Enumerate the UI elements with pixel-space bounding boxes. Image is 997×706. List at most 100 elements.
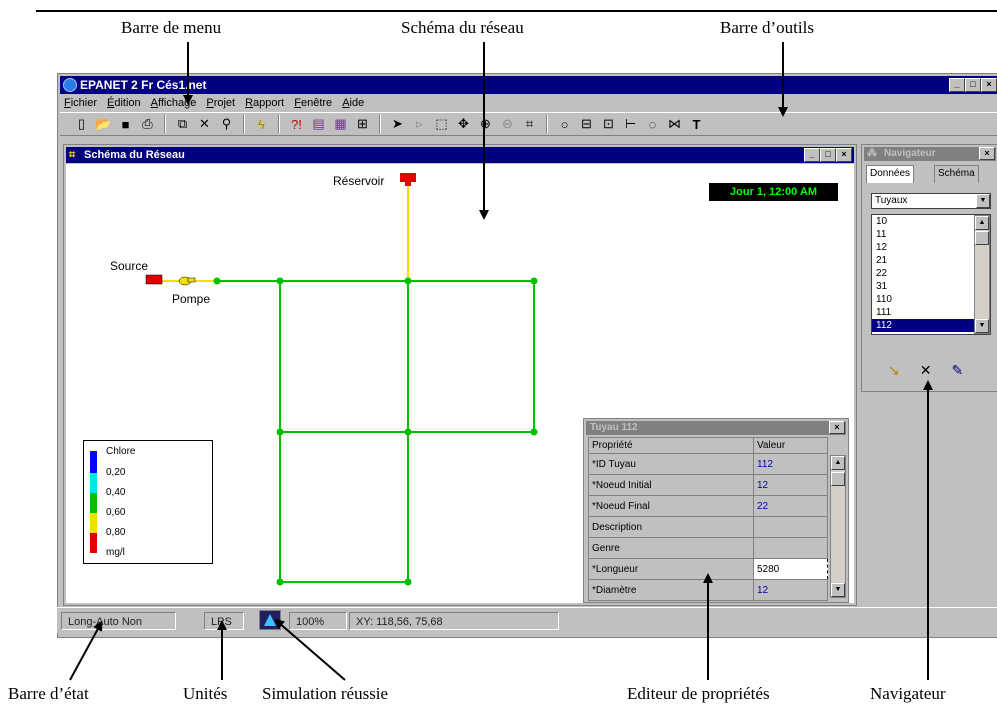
junction-node[interactable] <box>213 277 221 285</box>
pipe-icon[interactable]: ⊢ <box>621 115 640 134</box>
add-object-icon[interactable]: ↘ <box>888 362 900 379</box>
map-titlebar[interactable]: ⌗ Schéma du Réseau _ □ × <box>66 147 854 163</box>
chevron-down-icon[interactable]: ▼ <box>976 194 990 208</box>
table-row[interactable]: *Noeud Final 22 <box>588 495 828 517</box>
table-row[interactable]: *Longueur 5280 <box>588 558 828 580</box>
callout-network-map: Schéma du réseau <box>401 18 524 37</box>
select-icon[interactable]: ➤ <box>388 115 407 134</box>
status-auto-length[interactable]: Long-Auto Non <box>61 612 176 630</box>
label-icon[interactable]: T <box>687 115 706 134</box>
scroll-up-icon[interactable]: ▲ <box>975 216 989 230</box>
property-scrollbar[interactable]: ▲ ▼ <box>830 455 846 598</box>
color-legend[interactable]: Chlore 0,20 0,40 0,60 0,80 mg/l <box>83 440 213 564</box>
object-list[interactable]: 10 11 12 21 22 31 110 111 112 ▲ ▼ <box>871 214 991 335</box>
property-value[interactable]: 22 <box>753 495 828 517</box>
map-maximize-button[interactable]: □ <box>820 148 836 162</box>
menu-affichage[interactable]: Affichage <box>151 95 197 111</box>
category-select-value: Tuyaux <box>875 195 908 206</box>
navigator-close-button[interactable]: × <box>979 147 995 160</box>
scroll-down-icon[interactable]: ▼ <box>831 583 845 597</box>
valve-icon[interactable]: ⋈ <box>665 115 684 134</box>
navigator-titlebar[interactable]: ⁂ Navigateur × <box>864 147 996 161</box>
list-item-selected[interactable]: 112 <box>872 319 974 332</box>
menu-rapport[interactable]: Rapport <box>245 95 284 111</box>
junction-node[interactable] <box>404 578 412 586</box>
property-editor-title: Tuyau 112 <box>590 422 638 433</box>
property-value-edit-field[interactable]: 5280 <box>753 558 828 580</box>
table-row[interactable]: *Diamètre 12 <box>588 579 828 601</box>
copy-icon[interactable]: ⧉ <box>173 115 192 134</box>
list-item[interactable]: 22 <box>872 267 974 280</box>
junction-node[interactable] <box>404 277 412 285</box>
maximize-button[interactable]: □ <box>965 78 981 92</box>
menu-fichier[interactable]: Fichier <box>64 95 97 111</box>
save-icon[interactable]: ■ <box>116 115 135 134</box>
reservoir-icon[interactable]: ⊟ <box>577 115 596 134</box>
scroll-thumb[interactable] <box>831 472 845 486</box>
vertex-icon[interactable]: ▹ <box>410 115 429 134</box>
junction-node[interactable] <box>404 428 412 436</box>
property-value[interactable] <box>753 516 828 538</box>
source-reservoir-symbol[interactable] <box>145 274 163 285</box>
junction-node[interactable] <box>530 277 538 285</box>
category-select[interactable]: Tuyaux ▼ <box>871 193 991 209</box>
scroll-thumb[interactable] <box>975 231 989 245</box>
list-item[interactable]: 111 <box>872 306 974 319</box>
region-icon[interactable]: ⬚ <box>432 115 451 134</box>
options-icon[interactable]: ⊞ <box>353 115 372 134</box>
edit-object-icon[interactable]: ✎ <box>951 362 963 379</box>
list-item[interactable]: 31 <box>872 280 974 293</box>
minimize-button[interactable]: _ <box>949 78 965 92</box>
reservoir-symbol[interactable] <box>400 173 416 182</box>
menu-fenetre[interactable]: Fenêtre <box>294 95 332 111</box>
run-icon[interactable]: ϟ <box>252 115 271 134</box>
delete-object-icon[interactable]: ✕ <box>920 362 932 379</box>
close-button[interactable]: × <box>981 78 997 92</box>
app-titlebar[interactable]: EPANET 2 Fr Cés1.net _ □ × <box>60 76 997 94</box>
tank-icon[interactable]: ⊡ <box>599 115 618 134</box>
table-row[interactable]: *Noeud Initial 12 <box>588 474 828 496</box>
full-extent-icon[interactable]: ⌗ <box>520 115 539 134</box>
open-icon[interactable]: 📂 <box>94 115 113 134</box>
delete-icon[interactable]: ✕ <box>195 115 214 134</box>
table-row[interactable]: Genre <box>588 537 828 559</box>
list-item[interactable]: 11 <box>872 228 974 241</box>
find-icon[interactable]: ⚲ <box>217 115 236 134</box>
print-icon[interactable]: ⎙ <box>138 115 157 134</box>
graph-icon[interactable]: ▤ <box>309 115 328 134</box>
pump-icon[interactable]: ◌ <box>643 115 662 134</box>
property-editor-titlebar[interactable]: Tuyau 112 × <box>586 421 846 435</box>
list-item[interactable]: 12 <box>872 241 974 254</box>
menu-projet[interactable]: Projet <box>206 95 235 111</box>
property-value[interactable]: 12 <box>753 474 828 496</box>
table-row[interactable]: Description <box>588 516 828 538</box>
map-minimize-button[interactable]: _ <box>804 148 820 162</box>
junction-node[interactable] <box>276 277 284 285</box>
scroll-up-icon[interactable]: ▲ <box>831 456 845 470</box>
tab-schema[interactable]: Schéma <box>934 165 979 183</box>
list-item[interactable]: 110 <box>872 293 974 306</box>
property-value[interactable]: 12 <box>753 579 828 601</box>
scroll-down-icon[interactable]: ▼ <box>975 319 989 333</box>
map-close-button[interactable]: × <box>836 148 852 162</box>
list-scrollbar[interactable]: ▲ ▼ <box>974 215 990 334</box>
junction-node[interactable] <box>276 428 284 436</box>
new-icon[interactable]: ▯ <box>72 115 91 134</box>
table-row[interactable]: *ID Tuyau 112 <box>588 453 828 475</box>
zoom-in-icon[interactable]: ⊕ <box>476 115 495 134</box>
list-item[interactable]: 21 <box>872 254 974 267</box>
junction-icon[interactable]: ○ <box>555 115 574 134</box>
property-editor-close-button[interactable]: × <box>829 421 845 434</box>
menu-aide[interactable]: Aide <box>342 95 364 111</box>
zoom-out-icon[interactable]: ⊖ <box>498 115 517 134</box>
list-item[interactable]: 10 <box>872 215 974 228</box>
pan-icon[interactable]: ✥ <box>454 115 473 134</box>
property-value[interactable] <box>753 537 828 559</box>
tab-donnees[interactable]: Données <box>866 165 915 183</box>
junction-node[interactable] <box>530 428 538 436</box>
table-icon[interactable]: ▦ <box>331 115 350 134</box>
junction-node[interactable] <box>276 578 284 586</box>
property-value[interactable]: 112 <box>753 453 828 475</box>
query-icon[interactable]: ?! <box>287 115 306 134</box>
menu-edition[interactable]: Édition <box>107 95 141 111</box>
